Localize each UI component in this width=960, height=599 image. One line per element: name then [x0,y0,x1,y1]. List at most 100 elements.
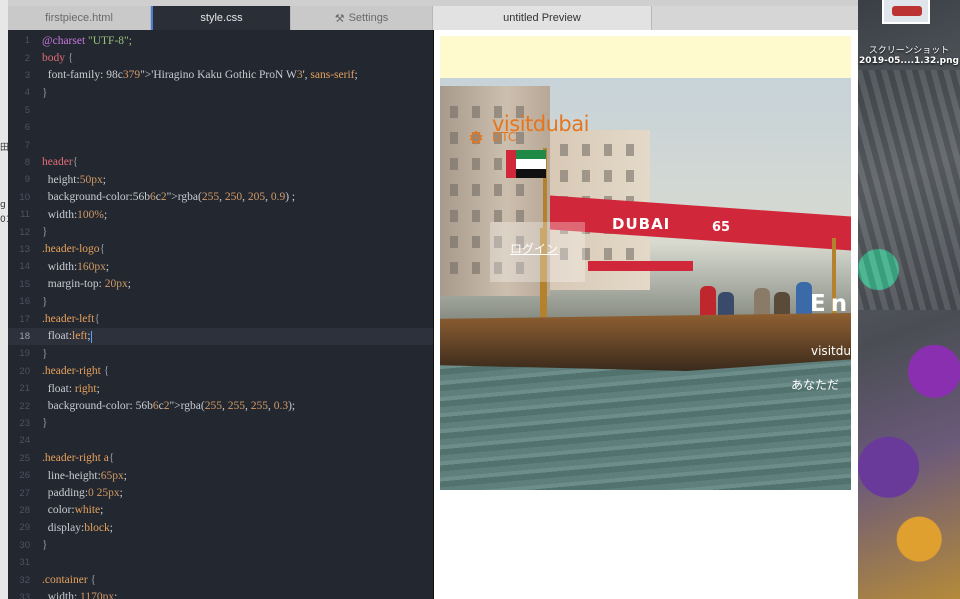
building-window [472,106,480,118]
building-window [560,144,568,156]
code-line[interactable]: 4} [8,84,433,101]
code-line[interactable]: 11 width:100%; [8,206,433,223]
code-text: line-height:65px; [47,469,127,482]
code-text: color:white; [47,504,104,517]
building-window [560,170,568,182]
building-window [516,184,524,196]
code-text: .header-right a{ [42,452,115,465]
line-number: 31 [19,557,30,569]
line-number: 4 [24,87,30,99]
code-line[interactable]: 28 color:white; [8,502,433,519]
building-window [604,144,612,156]
code-line[interactable]: 16} [8,293,433,310]
boat-number: 65 [712,220,731,235]
code-line[interactable]: 13 .header-logo{ [8,241,433,258]
line-number: 14 [19,261,30,273]
code-line[interactable]: 20 .header-right { [8,363,433,380]
code-text: padding:0 25px; [47,487,123,500]
code-line[interactable]: 5 [8,102,433,119]
boat-sign-text: DUBAI [612,215,671,233]
line-number: 2 [24,52,30,64]
hero-headline: En [810,291,851,317]
code-text: } [42,347,48,360]
line-number: 32 [19,574,30,586]
boat-canopy-far [588,261,693,271]
code-line[interactable]: 26 line-height:65px; [8,467,433,484]
code-line[interactable]: 8 header{ [8,154,433,171]
tab-firstpiece-html[interactable]: firstpiece.html [8,6,151,30]
file-label[interactable]: 2019-05....1.32.png [858,56,960,66]
code-text: font-family: 98c379">'Hiragino Kaku Goth… [47,69,358,82]
code-text: width: 1170px; [47,591,118,599]
line-number: 33 [19,591,30,599]
code-text: } [42,539,48,552]
code-line[interactable]: 24 [8,432,433,449]
building-window [604,248,612,260]
building-window [626,170,634,182]
code-line[interactable]: 14 width:160px; [8,258,433,275]
building-window [450,210,458,222]
code-line[interactable]: 31 [8,554,433,571]
code-text: } [42,295,48,308]
line-number: 16 [19,296,30,308]
code-line[interactable]: 10 background-color:56b6c2">rgba(255, 25… [8,189,433,206]
code-line[interactable]: 17 .header-left{ [8,310,433,327]
code-line[interactable]: 7 [8,136,433,153]
code-line[interactable]: 9 height:50px; [8,171,433,188]
building-window [450,158,458,170]
tab-settings[interactable]: ⚒ Settings [291,6,433,30]
code-text: width:100%; [47,208,108,221]
line-number: 25 [19,452,30,464]
code-editor[interactable]: 1 @charset "UTF-8"; 2 body {3 font-family: … [8,30,433,599]
line-number: 3 [24,69,30,81]
code-text: @charset "UTF-8"; [42,34,132,47]
code-text: margin-top: 20px; [47,278,131,291]
code-line[interactable]: 25 .header-right a{ [8,450,433,467]
line-number: 29 [19,522,30,534]
code-line[interactable]: 19} [8,345,433,362]
code-text: width:160px; [47,260,110,273]
code-line[interactable]: 21 float: right; [8,380,433,397]
code-text: height:50px; [47,173,106,186]
tab-preview[interactable]: untitled Preview [433,6,652,30]
login-link[interactable]: ログイン [510,240,558,257]
code-line[interactable]: 2 body { [8,49,433,66]
code-text: .container { [42,574,97,587]
code-line[interactable]: 33 width: 1170px; [8,589,433,599]
code-line[interactable]: 27 padding:0 25px; [8,484,433,501]
line-number: 18 [19,330,30,342]
code-line[interactable]: 30} [8,537,433,554]
code-line[interactable]: 1 @charset "UTF-8"; [8,32,433,49]
line-number: 27 [19,487,30,499]
code-line[interactable]: 3 font-family: 98c379">'Hiragino Kaku Go… [8,67,433,84]
line-number: 13 [19,243,30,255]
code-line[interactable]: 32 .container { [8,571,433,588]
line-number: 5 [24,104,30,116]
code-line[interactable]: 12} [8,223,433,240]
code-line[interactable]: 23} [8,415,433,432]
code-line[interactable]: 6 [8,119,433,136]
code-text: background-color:56b6c2">rgba(255, 250, … [47,191,296,204]
site-logo-sub: DTC [492,130,517,144]
code-text: float: right; [47,382,100,395]
hero-image: DUBAI 65 ⚙ visitdubai DTC ログイン En visitd… [440,78,851,490]
line-number: 19 [19,348,30,360]
building-window [582,170,590,182]
code-line[interactable]: 15 margin-top: 20px; [8,276,433,293]
preview-header-bar [440,36,851,78]
code-line[interactable]: 29 display:block; [8,519,433,536]
line-number: 7 [24,139,30,151]
file-label[interactable]: スクリーンショット [858,43,960,56]
code-line[interactable]: 22 background-color: 56b6c2">rgba(255, 2… [8,397,433,414]
line-number: 8 [24,156,30,168]
editor-tab-bar: firstpiece.html style.css ⚒ Settings unt… [8,6,858,30]
line-number: 9 [24,174,30,186]
abra-boat [440,313,851,371]
code-line[interactable]: 18 float:left; [8,327,433,346]
line-number: 24 [19,435,30,447]
preview-pane[interactable]: DUBAI 65 ⚙ visitdubai DTC ログイン En visitd… [434,30,858,599]
building-window [494,210,502,222]
tab-style-css[interactable]: style.css [151,6,291,30]
image-file-icon[interactable] [882,0,930,24]
line-number: 12 [19,226,30,238]
